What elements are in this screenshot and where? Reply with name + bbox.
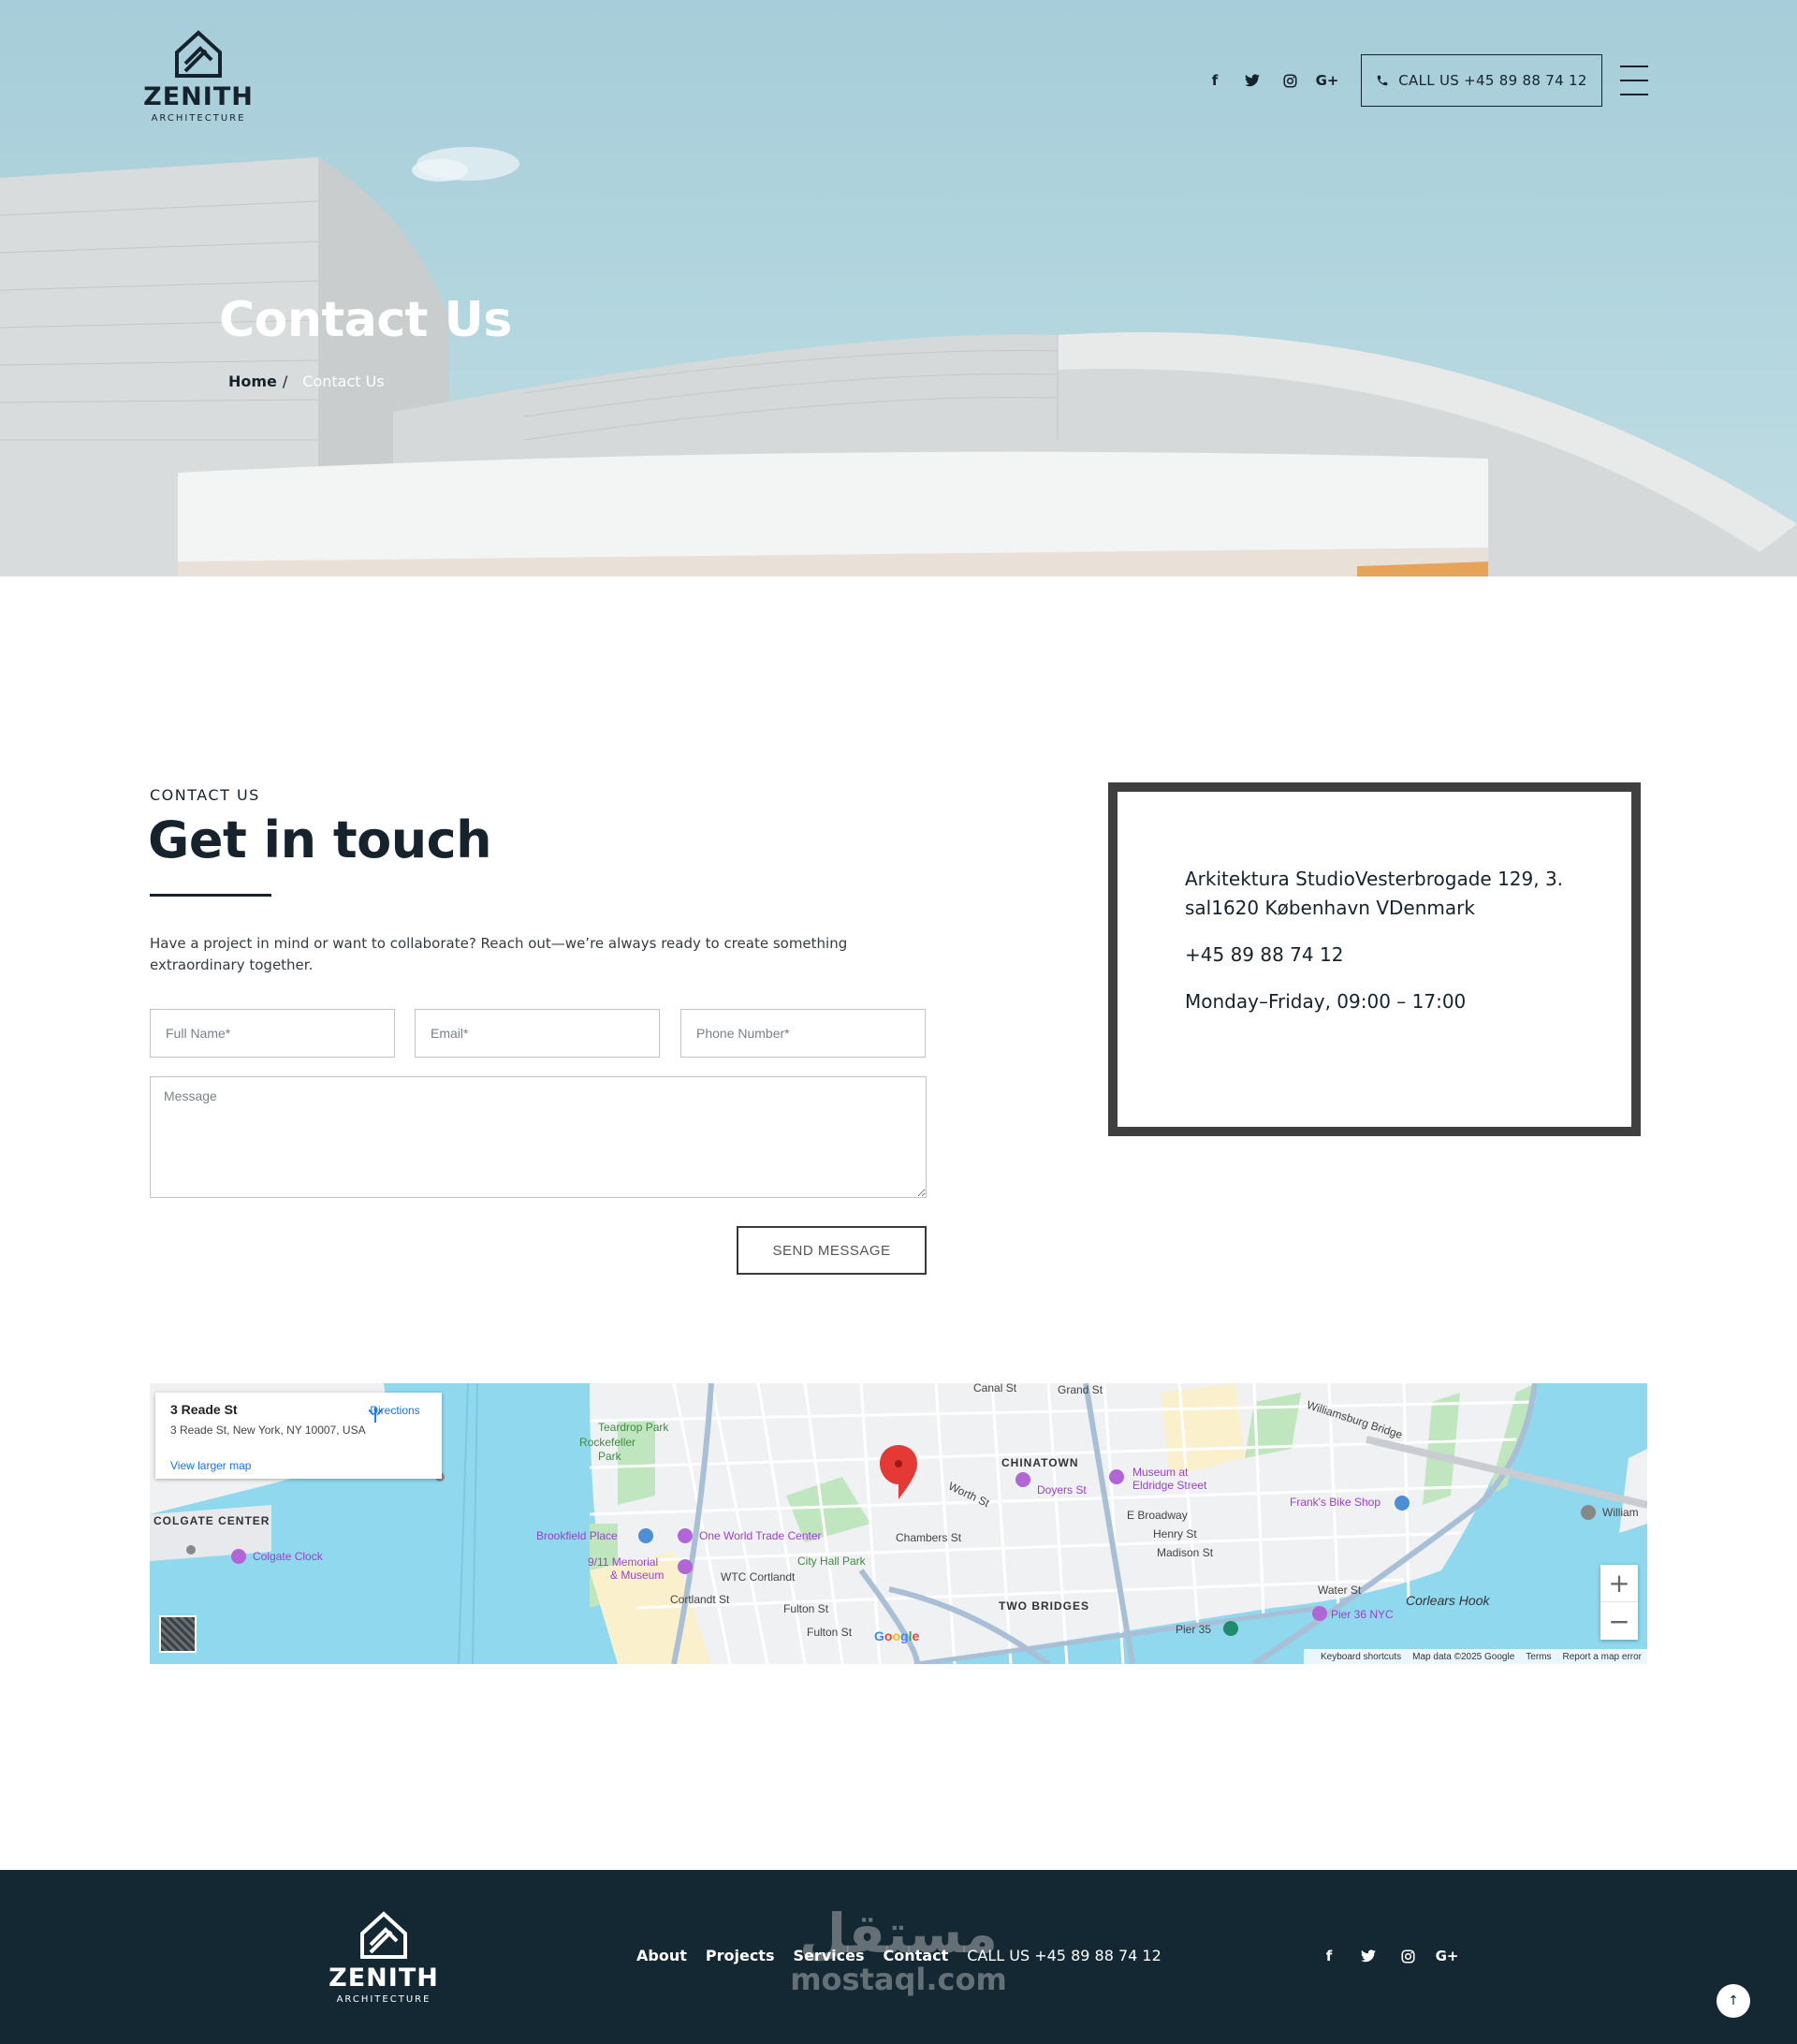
map-label-colgate-clock: Colgate Clock <box>253 1550 323 1563</box>
satellite-toggle[interactable] <box>159 1615 197 1653</box>
brand-name: ZENITH <box>143 82 254 111</box>
map-attribution: Keyboard shortcuts Map data ©2025 Google… <box>1303 1649 1647 1664</box>
instagram-icon[interactable] <box>1396 1945 1419 1967</box>
facebook-icon[interactable]: f <box>1318 1945 1340 1967</box>
map-label-cortlandt-st: Cortlandt St <box>670 1593 730 1606</box>
breadcrumb-separator: / <box>282 372 288 390</box>
map-label-chambers-st: Chambers St <box>896 1531 962 1544</box>
header-social-links: f G+ <box>1204 69 1353 92</box>
google-map-embed[interactable]: Teardrop Park Rockefeller Park CHINATOWN… <box>150 1383 1647 1664</box>
brand-tagline: ARCHITECTURE <box>151 113 246 124</box>
map-label-henry-st: Henry St <box>1153 1527 1197 1540</box>
map-label-museum: & Museum <box>610 1569 665 1582</box>
footer-link-projects[interactable]: Projects <box>706 1947 775 1964</box>
phone-number-input[interactable] <box>680 1009 926 1058</box>
footer-brand-tagline: ARCHITECTURE <box>336 1994 431 2005</box>
map-label-brookfield-place: Brookfield Place <box>536 1529 618 1542</box>
facebook-icon[interactable]: f <box>1204 69 1226 92</box>
map-place-address: 3 Reade St, New York, NY 10007, USA <box>170 1424 366 1437</box>
view-larger-map-link[interactable]: View larger map <box>170 1459 427 1472</box>
back-to-top-button[interactable]: ↑ <box>1717 1984 1750 2018</box>
map-label-corlears-hook: Corlears Hook <box>1406 1593 1490 1608</box>
footer-nav: About Projects Services Contact CALL US … <box>636 1947 1180 1964</box>
map-label-doyers-st: Doyers St <box>1037 1483 1087 1496</box>
terms-link[interactable]: Terms <box>1526 1652 1551 1662</box>
zoom-out-button[interactable]: − <box>1600 1602 1638 1640</box>
footer-link-services[interactable]: Services <box>793 1947 864 1964</box>
watermark-latin: mostaql.com <box>790 1962 1007 1997</box>
footer-phone[interactable]: CALL US +45 89 88 74 12 <box>967 1947 1161 1964</box>
breadcrumb-home-link[interactable]: Home <box>228 372 277 390</box>
twitter-icon[interactable] <box>1357 1945 1380 1967</box>
map-label-grand-st: Grand St <box>1058 1383 1103 1396</box>
map-label-e-broadway: E Broadway <box>1127 1509 1188 1522</box>
email-input[interactable] <box>415 1009 660 1058</box>
twitter-icon[interactable] <box>1241 69 1264 92</box>
hero-banner: ZENITH ARCHITECTURE f G+ CALL US +45 89 … <box>0 0 1797 577</box>
footer-brand-name: ZENITH <box>329 1964 439 1993</box>
map-label-fulton-st-1: Fulton St <box>783 1602 829 1615</box>
google-plus-icon[interactable]: G+ <box>1436 1945 1459 1967</box>
map-label-teardrop-park: Teardrop Park <box>598 1421 669 1434</box>
directions-icon <box>368 1405 383 1424</box>
contact-info-box: Arkitektura StudioVesterbrogade 129, 3. … <box>1108 782 1641 1136</box>
keyboard-shortcuts-link[interactable]: Keyboard shortcuts <box>1321 1652 1401 1662</box>
site-footer: ZENITH ARCHITECTURE مستقل mostaql.com Ab… <box>0 1870 1797 2044</box>
office-phone: +45 89 88 74 12 <box>1185 943 1344 966</box>
intro-text: Have a project in mind or want to collab… <box>150 935 848 973</box>
map-label-eldridge-street: Eldridge Street <box>1132 1479 1207 1492</box>
map-label-colgate-center: COLGATE CENTER <box>153 1514 270 1527</box>
house-logo-icon <box>175 30 222 78</box>
map-label-city-hall-park: City Hall Park <box>797 1555 866 1568</box>
footer-link-contact[interactable]: Contact <box>884 1947 949 1964</box>
call-us-button[interactable]: CALL US +45 89 88 74 12 <box>1361 54 1602 107</box>
phone-icon <box>1376 74 1389 87</box>
map-zoom-controls: + − <box>1600 1565 1638 1640</box>
footer-link-about[interactable]: About <box>636 1947 687 1964</box>
map-label-chinatown: CHINATOWN <box>1001 1456 1079 1469</box>
arrow-up-icon: ↑ <box>1728 1993 1739 2008</box>
google-plus-icon[interactable]: G+ <box>1316 69 1339 92</box>
map-label-wtc-cortlandt: WTC Cortlandt <box>721 1570 796 1584</box>
section-heading: Get in touch <box>148 810 492 869</box>
directions-button[interactable]: Directions <box>365 1404 425 1424</box>
office-address: Arkitektura StudioVesterbrogade 129, 3. … <box>1185 868 1564 919</box>
google-logo: Google <box>874 1628 920 1643</box>
message-textarea[interactable] <box>150 1076 927 1198</box>
full-name-input[interactable] <box>150 1009 395 1058</box>
map-label-franks-bike-shop: Frank's Bike Shop <box>1290 1496 1381 1509</box>
hamburger-menu-icon[interactable] <box>1620 66 1648 95</box>
breadcrumb: Home / Contact Us <box>228 372 385 390</box>
section-eyebrow: CONTACT US <box>150 786 260 804</box>
map-label-memorial: 9/11 Memorial <box>588 1555 659 1569</box>
site-logo[interactable]: ZENITH ARCHITECTURE <box>143 28 253 124</box>
call-us-label: CALL US +45 89 88 74 12 <box>1398 72 1587 89</box>
map-label-william: William <box>1602 1506 1639 1519</box>
map-label-one-world-trade-center: One World Trade Center <box>699 1529 822 1542</box>
office-hours: Monday–Friday, 09:00 – 17:00 <box>1185 990 1467 1013</box>
map-label-fulton-st-2: Fulton St <box>807 1626 853 1639</box>
map-data-text: Map data ©2025 Google <box>1412 1651 1515 1662</box>
footer-social-links: f G+ <box>1318 1945 1475 1967</box>
send-message-button[interactable]: SEND MESSAGE <box>737 1226 927 1275</box>
breadcrumb-current: Contact Us <box>302 372 385 390</box>
map-label-pier-35: Pier 35 <box>1176 1623 1212 1636</box>
map-label-pier-36: Pier 36 NYC <box>1331 1608 1394 1621</box>
report-map-error-link[interactable]: Report a map error <box>1563 1652 1642 1662</box>
zoom-in-button[interactable]: + <box>1600 1565 1638 1602</box>
house-logo-icon <box>360 1911 407 1959</box>
map-place-card: 3 Reade St 3 Reade St, New York, NY 1000… <box>155 1393 442 1479</box>
map-label-museum-at: Museum at <box>1132 1466 1189 1479</box>
map-label-park: Park <box>598 1450 621 1463</box>
page-title: Contact Us <box>219 292 512 348</box>
map-label-canal-st: Canal St <box>973 1383 1017 1394</box>
map-label-madison-st: Madison St <box>1157 1546 1214 1559</box>
instagram-icon[interactable] <box>1278 69 1301 92</box>
map-label-rockefeller: Rockefeller <box>579 1436 636 1449</box>
footer-logo[interactable]: ZENITH ARCHITECTURE <box>329 1909 438 2005</box>
map-label-two-bridges: TWO BRIDGES <box>999 1599 1089 1613</box>
map-label-water-st: Water St <box>1318 1584 1362 1597</box>
heading-underline <box>150 894 271 897</box>
